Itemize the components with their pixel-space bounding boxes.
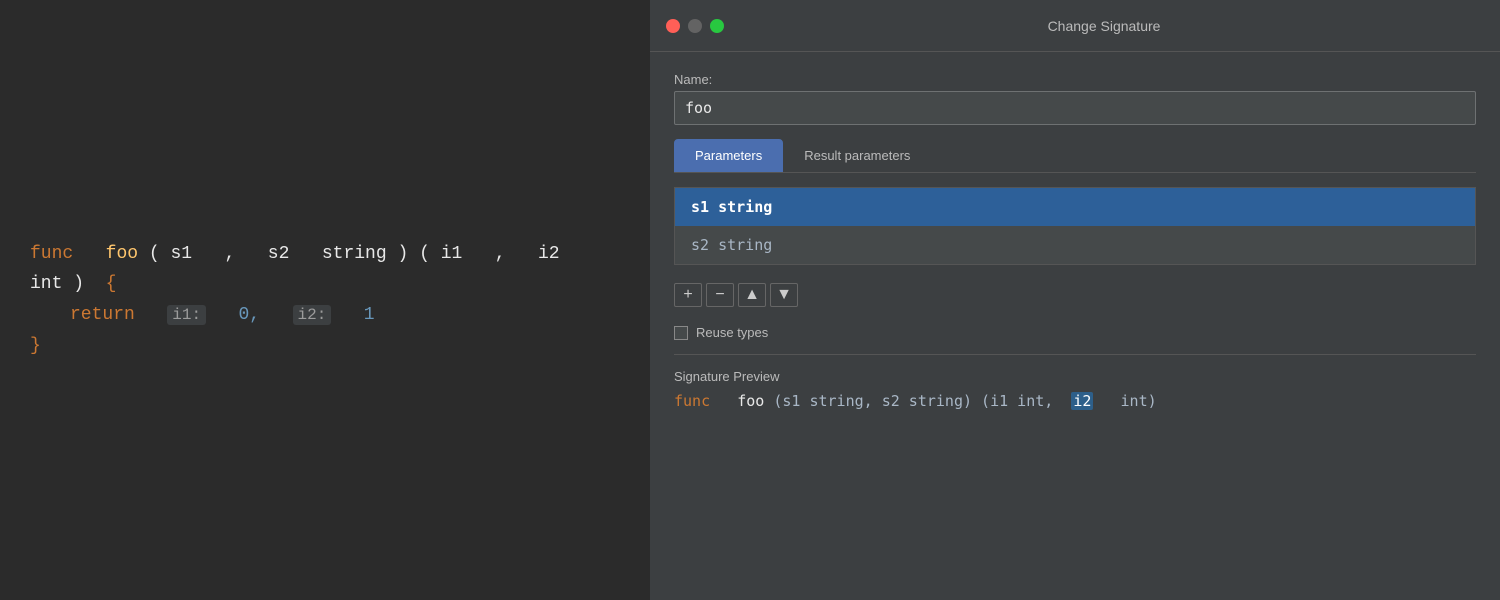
change-signature-dialog: Change Signature Name: Parameters Result…	[650, 0, 1500, 600]
param-i2: i2	[538, 244, 560, 264]
code-line-3: }	[30, 331, 620, 362]
preview-rest: int)	[1121, 392, 1157, 410]
param-toolbar: + − ▲ ▼	[674, 279, 1476, 311]
tabs-row: Parameters Result parameters	[674, 139, 1476, 173]
param-row-s1-string[interactable]: s1 string	[675, 188, 1475, 226]
inline-label-i1: i1:	[167, 305, 206, 325]
add-param-button[interactable]: +	[674, 283, 702, 307]
tab-parameters[interactable]: Parameters	[674, 139, 783, 172]
remove-param-button[interactable]: −	[706, 283, 734, 307]
title-bar: Change Signature	[650, 0, 1500, 52]
value-1: 1	[364, 305, 375, 325]
param-s2: s2	[268, 244, 290, 264]
name-input[interactable]	[674, 91, 1476, 125]
brace-open: {	[106, 274, 117, 294]
value-0: 0,	[239, 305, 261, 325]
keyword-func: func	[30, 244, 73, 264]
code-editor: func foo ( s1 , s2 string ) ( i1 , i2 in…	[0, 0, 650, 600]
signature-preview-section: Signature Preview func foo (s1 string, s…	[674, 354, 1476, 410]
func-name: foo	[106, 244, 138, 264]
type-int: int	[30, 274, 62, 294]
param-row-s2-string[interactable]: s2 string	[675, 226, 1475, 264]
reuse-types-checkbox[interactable]	[674, 326, 688, 340]
dialog-content: Name: Parameters Result parameters s1 st…	[650, 52, 1500, 600]
type-string: string	[322, 244, 387, 264]
preview-highlight-i2: i2	[1071, 392, 1093, 410]
reuse-types-row: Reuse types	[674, 325, 1476, 340]
maximize-button[interactable]	[710, 19, 724, 33]
code-block: func foo ( s1 , s2 string ) ( i1 , i2 in…	[30, 239, 620, 361]
keyword-return: return	[70, 305, 135, 325]
name-field-group: Name:	[674, 72, 1476, 125]
move-up-button[interactable]: ▲	[738, 283, 766, 307]
preview-code: func foo (s1 string, s2 string) (i1 int,…	[674, 392, 1476, 410]
minimize-button[interactable]	[688, 19, 702, 33]
brace-close: }	[30, 336, 41, 356]
code-line-1: func foo ( s1 , s2 string ) ( i1 , i2 in…	[30, 239, 620, 300]
tab-result-parameters[interactable]: Result parameters	[783, 139, 931, 172]
parameters-list: s1 string s2 string	[674, 187, 1476, 265]
inline-label-i2: i2:	[293, 305, 332, 325]
name-label: Name:	[674, 72, 1476, 87]
close-button[interactable]	[666, 19, 680, 33]
traffic-lights	[666, 19, 724, 33]
preview-title: Signature Preview	[674, 369, 1476, 384]
reuse-types-label: Reuse types	[696, 325, 768, 340]
preview-func-name: foo	[737, 392, 764, 410]
code-line-2: return i1: 0, i2: 1	[30, 300, 620, 331]
move-down-button[interactable]: ▼	[770, 283, 798, 307]
preview-keyword: func	[674, 392, 710, 410]
param-i1: i1	[441, 244, 463, 264]
dialog-title: Change Signature	[724, 18, 1484, 34]
param-s1: s1	[171, 244, 193, 264]
